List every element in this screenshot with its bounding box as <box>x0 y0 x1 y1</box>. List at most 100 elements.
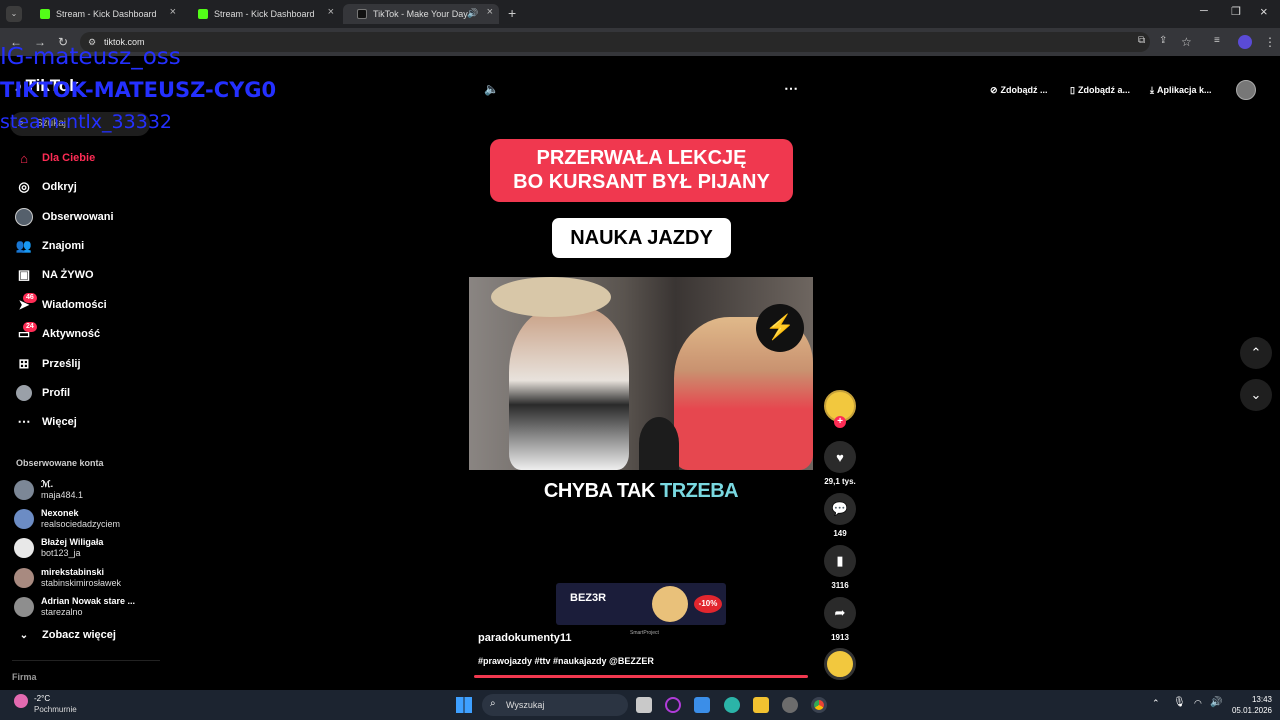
see-more-button[interactable]: ⌄ Zobacz więcej <box>14 624 116 646</box>
overlay-steam-handle: steam-ntlx_33332 <box>0 111 173 133</box>
activity-icon: ▭ 24 <box>14 322 37 344</box>
app-circle-icon[interactable] <box>665 697 681 713</box>
get-app-button[interactable]: ▯ Zdobądź a... <box>1060 77 1140 103</box>
video-tag: NAUKA JAZDY <box>570 227 713 249</box>
translate-icon[interactable]: ⧉ <box>1138 35 1145 46</box>
person-left <box>509 307 629 470</box>
followed-account[interactable]: mirekstabinski stabinskimirosławek <box>14 565 214 591</box>
nav-odkryj[interactable]: ◎ Odkryj <box>14 176 77 198</box>
followed-accounts-header: Obserwowane konta <box>16 458 104 468</box>
tab-tiktok[interactable]: TikTok - Make Your Day 🔊 × <box>343 4 499 24</box>
nav-aktywnosc[interactable]: ▭ 24 Aktywność <box>14 322 101 345</box>
clock-date[interactable]: 05.01.2026 <box>1224 706 1272 715</box>
video-progress-bar[interactable] <box>474 675 808 678</box>
new-tab-button[interactable]: + <box>508 5 516 21</box>
edge-icon[interactable] <box>724 697 740 713</box>
nav-profil[interactable]: Profil <box>14 382 70 404</box>
comment-count: 149 <box>833 529 847 538</box>
followed-account[interactable]: Nexonek realsociedadzyciem <box>14 506 214 532</box>
chrome-menu-icon[interactable]: ⋮ <box>1264 35 1276 49</box>
close-tab-icon[interactable]: × <box>328 6 334 18</box>
save-button[interactable]: ▮ <box>824 545 856 577</box>
close-tab-icon[interactable]: × <box>487 6 493 18</box>
nav-wiadomosci[interactable]: ➤ 46 Wiadomości <box>14 293 107 316</box>
app-gear-icon[interactable] <box>782 697 798 713</box>
tab-search-button[interactable]: ⌄ <box>6 6 22 22</box>
taskbar-search[interactable]: ⌕ Wyszukaj <box>482 694 628 716</box>
sponsor-banner[interactable]: BEZ3R -10% <box>556 583 726 625</box>
get-coins-button[interactable]: ⊘ Zdobądź ... <box>980 77 1058 103</box>
start-button[interactable] <box>456 697 472 713</box>
like-button[interactable]: ♥ <box>824 441 856 473</box>
music-disc[interactable] <box>824 648 856 680</box>
video-author[interactable]: paradokumenty11 <box>478 632 572 644</box>
video-hashtags[interactable]: #prawojazdy #ttv #naukajazdy @BEZZER <box>478 656 654 666</box>
desktop-app-button[interactable]: ⤓ Aplikacja k... <box>1140 77 1222 103</box>
tab-title: Stream - Kick Dashboard <box>56 9 157 19</box>
weather-icon[interactable] <box>14 694 28 708</box>
share-button[interactable]: ➦ <box>824 597 856 629</box>
file-explorer-icon[interactable] <box>753 697 769 713</box>
more-icon: ⋯ <box>17 414 31 429</box>
channel-logo-icon: ⚡ <box>756 304 804 352</box>
followed-account[interactable]: Adrian Nowak stare ... starezalno <box>14 594 214 620</box>
account-name: Błażej Wiligała <box>41 537 104 547</box>
nav-przeslij[interactable]: ⊞ Prześlij <box>14 353 81 375</box>
followed-account[interactable]: Błażej Wiligała bot123_ja <box>14 535 214 561</box>
profile-avatar[interactable] <box>1238 35 1252 49</box>
maximize-button[interactable]: ❐ <box>1231 5 1241 18</box>
close-tab-icon[interactable]: × <box>170 6 176 18</box>
upload-icon: ⊞ <box>18 356 30 371</box>
nav-live[interactable]: ▣ NA ŻYWO <box>14 264 94 286</box>
nav-obserwowani[interactable]: Obserwowani <box>14 206 114 228</box>
person-left-hat <box>491 277 611 317</box>
video-frame[interactable]: ⚡ <box>469 277 813 470</box>
gear-stick <box>639 417 679 470</box>
tab-title: Stream - Kick Dashboard <box>214 9 315 19</box>
close-window-button[interactable]: × <box>1260 4 1268 19</box>
footer-company-link[interactable]: Firma <box>12 672 37 682</box>
button-label: Aplikacja k... <box>1156 85 1212 95</box>
profile-icon <box>14 383 34 403</box>
headline-line-2: BO KURSANT BYŁ PIJANY <box>513 171 770 193</box>
volume-tray-icon[interactable]: 🔊 <box>1210 697 1222 708</box>
wifi-icon[interactable]: ◠ <box>1194 698 1202 709</box>
sponsor-brand: BEZ3R <box>570 592 607 604</box>
volume-icon[interactable]: 🔈 <box>484 82 499 96</box>
followed-account[interactable]: ℳ. maja484.1 <box>14 477 214 503</box>
tab-title: TikTok - Make Your Day <box>373 9 468 19</box>
tab-kick-dashboard-1[interactable]: Stream - Kick Dashboard × <box>26 4 182 24</box>
video-tag-box: NAUKA JAZDY <box>552 218 731 258</box>
nav-label: Wiadomości <box>42 299 107 311</box>
install-icon[interactable]: ⇪ <box>1159 35 1167 46</box>
search-icon: ⌕ <box>490 698 496 709</box>
reading-list-icon[interactable]: ≡ <box>1214 35 1220 46</box>
store-icon[interactable] <box>694 697 710 713</box>
nav-label: Więcej <box>42 416 77 428</box>
speaker-icon[interactable]: 🔊 <box>467 8 478 19</box>
minimize-button[interactable]: ─ <box>1200 5 1208 17</box>
tab-kick-dashboard-2[interactable]: Stream - Kick Dashboard × <box>184 4 340 24</box>
bookmark-star-icon[interactable]: ☆ <box>1181 35 1192 49</box>
video-subtitle: CHYBA TAK TRZEBA <box>469 480 813 503</box>
messages-badge: 46 <box>23 293 37 303</box>
sponsor-credit: SmartProject <box>630 630 659 636</box>
nav-dla-ciebie[interactable]: ⌂ Dla Ciebie <box>14 147 95 169</box>
follow-plus-icon[interactable]: + <box>834 416 846 428</box>
user-avatar[interactable] <box>1236 80 1256 100</box>
browser-toolbar: ← → ↻ ⚙ tiktok.com ⧉ ⇪ ☆ ≡ ⋮ <box>0 28 1280 56</box>
tray-chevron-icon[interactable]: ⌃ <box>1152 698 1160 709</box>
clock-time[interactable]: 13:43 <box>1242 695 1272 704</box>
chrome-icon[interactable] <box>811 697 827 713</box>
comment-button[interactable]: 💬 <box>824 493 856 525</box>
next-video-button[interactable]: ⌄ <box>1240 379 1272 411</box>
previous-video-button[interactable]: ⌃ <box>1240 337 1272 369</box>
microphone-icon[interactable]: 🎙 <box>1173 697 1186 708</box>
video-more-icon[interactable]: ⋯ <box>784 80 798 97</box>
windows-icon <box>456 697 472 713</box>
nav-znajomi[interactable]: 👥 Znajomi <box>14 235 84 257</box>
task-view-icon[interactable] <box>636 697 652 713</box>
address-bar[interactable]: ⚙ tiktok.com <box>80 32 1150 52</box>
nav-wiecej[interactable]: ⋯ Więcej <box>14 411 77 433</box>
nav-label: Aktywność <box>42 328 101 340</box>
